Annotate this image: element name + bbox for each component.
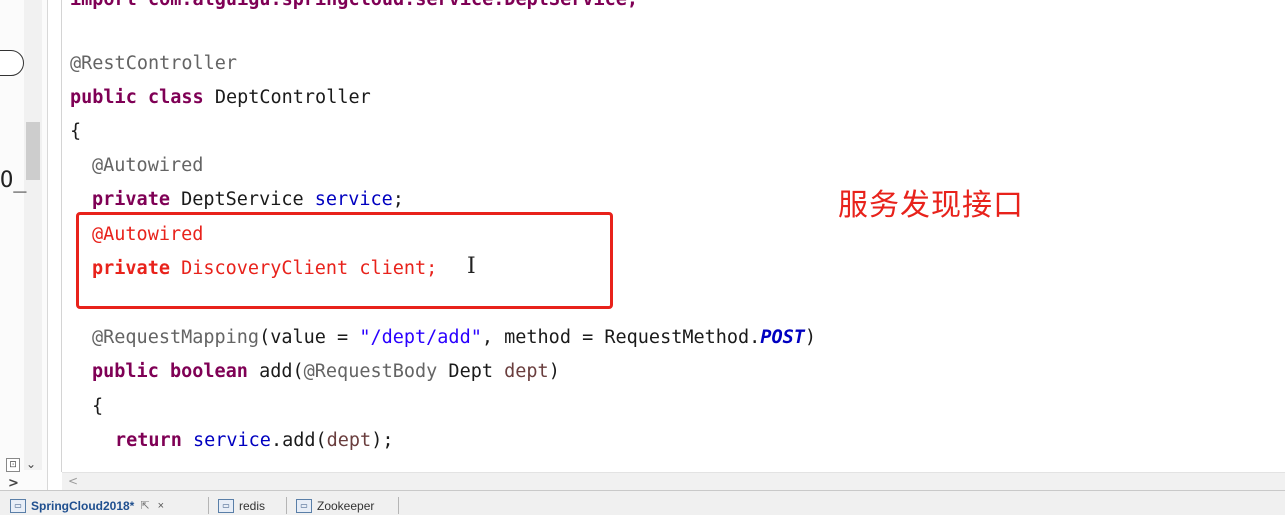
param-type: Dept [437,361,505,382]
keyword-public: public [92,361,159,382]
pin-icon[interactable]: ⇱ [140,499,149,512]
field-name-service: service [314,189,393,210]
highlight-box [76,212,613,309]
open-brace: { [70,121,82,142]
tab-redis[interactable]: ▭ redis [218,495,265,515]
sidebar-scroll-thumb[interactable] [26,122,40,180]
mapping-method-constant: POST [760,327,805,348]
project-icon: ▭ [296,498,312,513]
keyword-class: class [147,87,204,108]
close-icon[interactable]: × [158,500,164,512]
tab-divider [398,497,399,514]
request-mapping-annotation: @RequestMapping [92,327,260,348]
keyword-return: return [115,430,182,451]
text-cursor-icon: I [467,254,476,279]
annotation-label: 服务发现接口 [838,188,1024,223]
sidebar-partial-text: O_ [0,168,27,193]
left-sidebar: O_ ⊡ ⌄ > [0,0,48,491]
project-icon: ▭ [10,498,26,513]
tab-label: Zookeeper [317,498,375,513]
return-arg: dept [326,430,372,451]
field-type: DeptService [181,189,304,210]
mapping-path-string: "/dept/add" [359,327,482,348]
semicolon: ; [392,189,404,210]
return-field-service: service [192,430,271,451]
return-end: ); [371,430,394,451]
code-line-autowired-1: @Autowired [92,149,203,183]
mapping-args-mid: , method = RequestMethod. [481,327,761,348]
keyword-private: private [92,189,170,210]
sidebar-toggle-pill[interactable] [0,50,24,76]
code-line-return: return service.add(dept); [115,424,393,458]
keyword-boolean: boolean [169,361,248,382]
tab-label: redis [239,498,266,513]
code-line-open-brace: { [70,115,81,149]
horizontal-scrollbar[interactable]: < [62,472,1285,490]
tab-label: SpringCloud2018* [31,498,135,513]
chevron-down-icon[interactable]: ⌄ [26,457,36,471]
editor-gutter [48,0,62,472]
param-close: ) [548,361,560,382]
code-line-method-open-brace: { [92,390,103,424]
method-open-brace: { [92,396,104,417]
collapse-icon[interactable]: ⊡ [6,458,20,472]
mapping-args-open: (value = [259,327,360,348]
chevron-right-icon[interactable]: > [8,476,19,491]
scroll-left-icon[interactable]: < [68,473,78,489]
class-name: DeptController [214,87,371,108]
rest-controller-annotation: @RestController [70,53,238,74]
tab-springcloud2018[interactable]: ▭ SpringCloud2018* ⇱ × [10,495,164,515]
editor-tab-bar: ▭ SpringCloud2018* ⇱ × ▭ redis ▭ Zookeep… [0,490,1285,515]
return-call: .add( [270,430,327,451]
request-body-annotation: @RequestBody [303,361,438,382]
mapping-args-close: ) [804,327,817,348]
param-name: dept [504,361,549,382]
method-name: add( [259,361,304,382]
tab-divider [286,497,287,514]
sidebar-scrollbar[interactable] [24,0,42,470]
import-statement: import com.atguigu.springcloud.service.D… [70,0,638,10]
code-editor[interactable]: import com.atguigu.springcloud.service.D… [62,0,1285,472]
tab-zookeeper[interactable]: ▭ Zookeeper [296,495,374,515]
tab-divider [208,497,209,514]
code-line-rest-controller: @RestController [70,47,237,81]
keyword-public: public [70,87,137,108]
code-line-request-mapping: @RequestMapping(value = "/dept/add", met… [92,321,816,355]
code-line-import: import com.atguigu.springcloud.service.D… [70,0,638,17]
code-line-class-decl: public class DeptController [70,81,371,115]
code-line-method-decl: public boolean add(@RequestBody Dept dep… [92,355,560,389]
autowired-annotation: @Autowired [92,155,204,176]
project-icon: ▭ [218,498,234,513]
